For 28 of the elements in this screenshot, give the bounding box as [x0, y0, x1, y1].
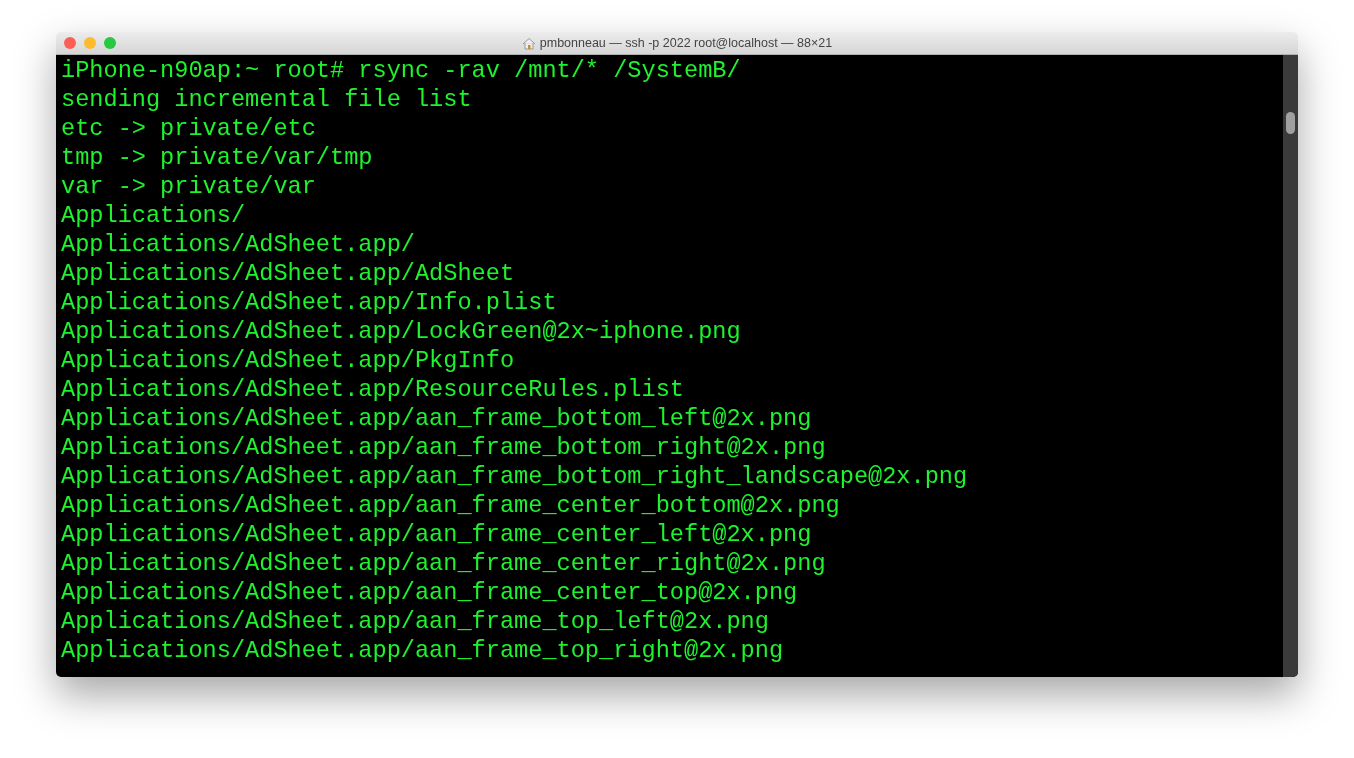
- terminal-line: sending incremental file list: [61, 85, 473, 114]
- home-icon: [521, 36, 536, 50]
- terminal-line: Applications/AdSheet.app/ResourceRules.plist: [61, 375, 685, 404]
- terminal-line: Applications/AdSheet.app/: [61, 230, 416, 259]
- terminal-line: var -> private/var: [61, 172, 317, 201]
- terminal-line: Applications/AdSheet.app/aan_frame_bottom_right@2x.png: [61, 433, 827, 462]
- maximize-button[interactable]: [104, 37, 116, 49]
- minimize-button[interactable]: [84, 37, 96, 49]
- terminal-line: Applications/AdSheet.app/aan_frame_top_left@2x.png: [61, 607, 770, 636]
- scrollbar[interactable]: [1283, 55, 1298, 677]
- window-title: pmbonneau — ssh -p 2022 root@localhost — 88×21: [539, 36, 833, 50]
- close-button[interactable]: [64, 37, 76, 49]
- terminal-line: Applications/AdSheet.app/aan_frame_center_bottom@2x.png: [61, 491, 841, 520]
- terminal-line: Applications/AdSheet.app/aan_frame_center_top@2x.png: [61, 578, 799, 607]
- terminal-line: Applications/AdSheet.app/aan_frame_top_right@2x.png: [61, 636, 785, 665]
- terminal-line: Applications/AdSheet.app/LockGreen@2x~iphone.png: [61, 317, 742, 346]
- terminal-line: Applications/AdSheet.app/aan_frame_bottom_left@2x.png: [61, 404, 813, 433]
- terminal-line: Applications/AdSheet.app/Info.plist: [61, 288, 558, 317]
- terminal-line: etc -> private/etc: [61, 114, 317, 143]
- terminal-line: Applications/: [61, 201, 247, 230]
- terminal-line: Applications/AdSheet.app/aan_frame_bottom_right_landscape@2x.png: [61, 462, 969, 491]
- scrollbar-thumb[interactable]: [1286, 112, 1295, 134]
- terminal-line: Applications/AdSheet.app/PkgInfo: [61, 346, 516, 375]
- terminal-line: iPhone-n90ap:~ root# rsync -rav /mnt/* /SystemB/: [61, 56, 742, 85]
- terminal-line: Applications/AdSheet.app/aan_frame_center_left@2x.png: [61, 520, 813, 549]
- terminal-line: Applications/AdSheet.app/AdSheet: [61, 259, 516, 288]
- terminal-line: Applications/AdSheet.app/aan_frame_center_right@2x.png: [61, 549, 827, 578]
- terminal-line: tmp -> private/var/tmp: [61, 143, 374, 172]
